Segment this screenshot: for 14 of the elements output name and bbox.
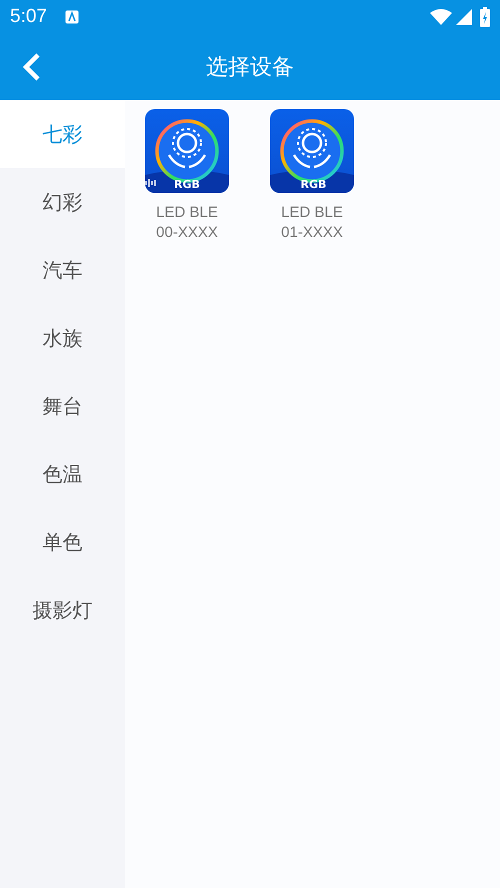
device-app-icon[interactable]: RGB xyxy=(270,109,354,193)
wifi-icon xyxy=(430,9,452,25)
category-tab[interactable]: 七彩 xyxy=(0,100,125,168)
battery-icon xyxy=(480,7,490,27)
signal-icon xyxy=(456,9,472,25)
rgb-label: RGB xyxy=(174,178,200,191)
status-time: 5:07 xyxy=(10,6,47,28)
notification-icon xyxy=(64,10,79,24)
device-app-icon[interactable]: RGB xyxy=(145,109,229,193)
page-title: 选择设备 xyxy=(206,55,294,80)
rgb-label: RGB xyxy=(300,178,326,191)
device-name: LED BLE 01-XXXX xyxy=(281,203,343,243)
sound-wave-icon xyxy=(145,178,157,188)
device-name: LED BLE 00-XXXX xyxy=(156,203,218,243)
